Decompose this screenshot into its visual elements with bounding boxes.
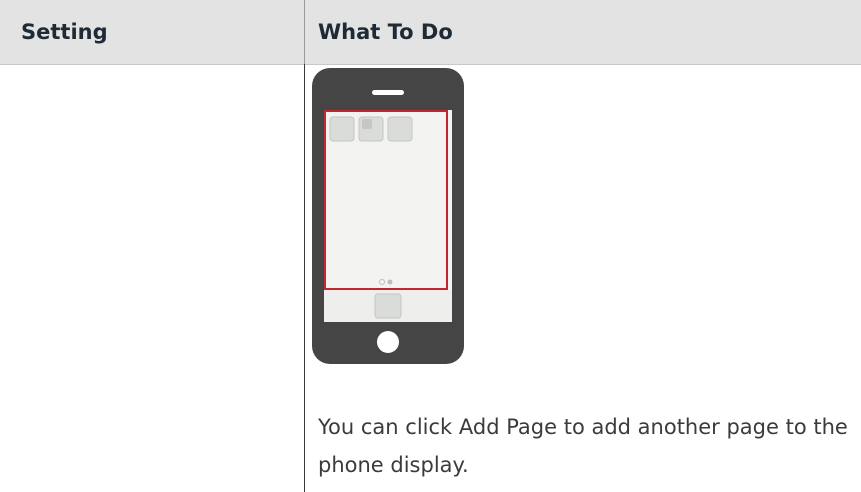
settings-table: Setting What To Do You can click Add Pag…	[0, 0, 861, 492]
page-dot-2	[387, 279, 393, 285]
phone-illustration	[312, 68, 464, 364]
app-tile-2-badge	[362, 119, 372, 129]
caption-text: You can click Add Page to add another pa…	[318, 415, 848, 477]
app-tile-3	[387, 116, 413, 142]
header-setting: Setting	[21, 20, 108, 44]
dock-app-tile	[374, 293, 402, 319]
header-what-to-do: What To Do	[318, 20, 453, 44]
header-divider	[304, 0, 305, 64]
table-header: Setting What To Do	[0, 0, 861, 65]
home-button	[377, 331, 399, 353]
phone-icon	[312, 68, 464, 364]
app-tile-1	[329, 116, 355, 142]
phone-speaker	[372, 90, 404, 95]
column-divider	[304, 64, 305, 492]
